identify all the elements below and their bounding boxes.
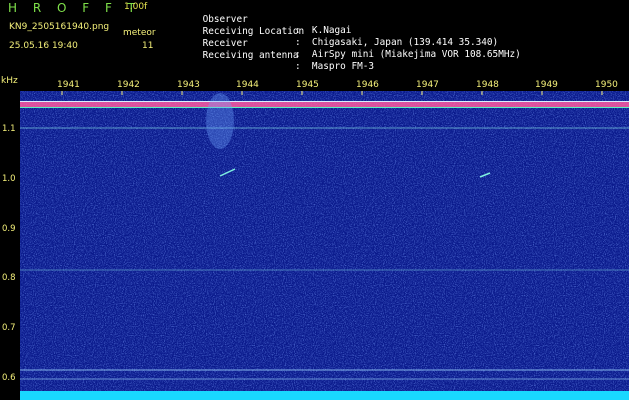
x-tick-label: 1944 (236, 80, 259, 90)
noise-floor-band (20, 391, 629, 400)
info-value: : Chigasaki, Japan (139.414 35.340) (295, 37, 499, 48)
y-tick-label: 0.6 (2, 373, 16, 383)
y-tick-label: 0.8 (2, 273, 16, 283)
meteor-burst (206, 93, 234, 149)
x-tick-label: 1942 (117, 80, 140, 90)
app-title: H R O F F T (8, 1, 142, 15)
info-value: : Maspro FM-3 (295, 61, 375, 72)
x-tick-label: 1946 (356, 80, 379, 90)
y-tick-label: 1.1 (2, 124, 16, 134)
info-antenna: Receiving antenna : Maspro FM-3 (180, 39, 374, 83)
spectrogram-plot (20, 91, 629, 400)
filename-label: KN9_2505161940.png (9, 22, 110, 32)
y-axis-unit: kHz (1, 76, 18, 86)
info-value: : AirSpy mini (Miakejima VOR 108.65MHz) (295, 49, 521, 60)
datetime-label: 25.05.16 19:40 (9, 41, 78, 51)
carrier-band-edge (20, 107, 629, 108)
y-tick-label: 0.7 (2, 323, 16, 333)
x-tick-label: 1948 (476, 80, 499, 90)
carrier-band-edge (20, 101, 629, 102)
x-tick-label: 1941 (57, 80, 80, 90)
meteor-label: meteor (123, 28, 156, 38)
x-tick-label: 1950 (595, 80, 618, 90)
info-label: Receiving antenna (202, 50, 299, 61)
header-panel: H R O F F T 1.00f KN9_2505161940.png met… (0, 0, 629, 75)
version-label: 1.00f (124, 2, 148, 12)
y-tick-label: 1.0 (2, 174, 16, 184)
meteor-count: 11 (142, 41, 154, 51)
x-tick-label: 1947 (416, 80, 439, 90)
x-tick-label: 1945 (296, 80, 319, 90)
x-tick-label: 1949 (535, 80, 558, 90)
x-tick-label: 1943 (177, 80, 200, 90)
spectrogram-noise (20, 91, 629, 400)
y-tick-label: 0.9 (2, 224, 16, 234)
carrier-band (20, 102, 629, 107)
